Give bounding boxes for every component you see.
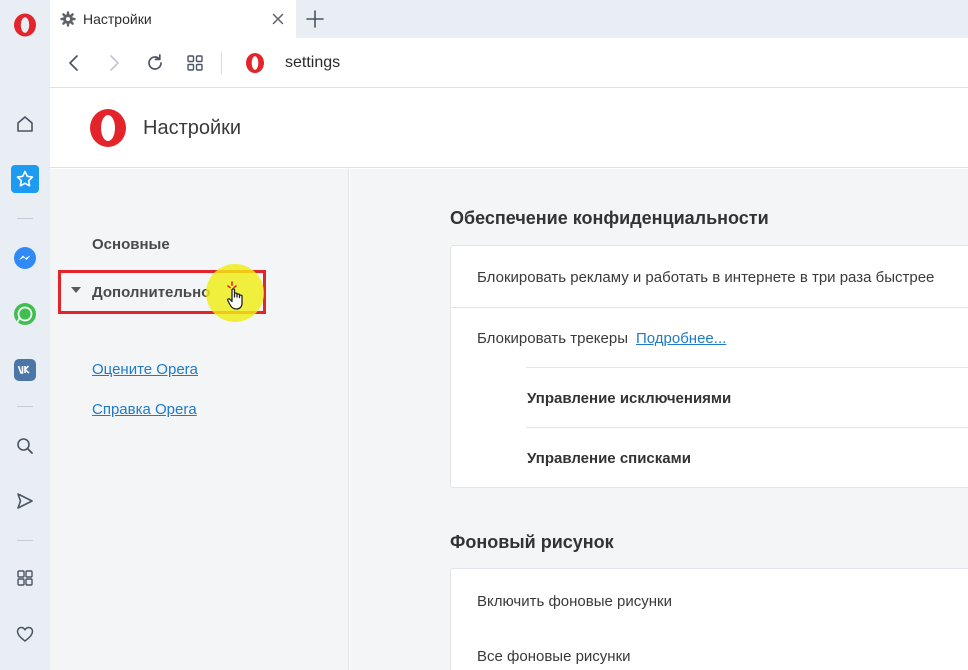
page-title: Настройки	[143, 117, 242, 139]
privacy-section-title: Обеспечение конфиденциальности	[450, 208, 769, 228]
address-toolbar: settings	[50, 38, 968, 88]
settings-nav: Основные Дополнительно Оцените Opera Спр…	[50, 169, 349, 670]
manage-exceptions-row[interactable]: Управление исключениями	[527, 390, 731, 407]
send-icon[interactable]	[11, 487, 39, 515]
close-icon[interactable]	[270, 11, 286, 27]
opera-menu-logo-icon[interactable]	[12, 12, 38, 38]
tab-title: Настройки	[83, 11, 152, 27]
new-tab-plus-icon[interactable]	[304, 8, 326, 30]
manage-lists-row[interactable]: Управление списками	[527, 450, 691, 467]
vk-icon[interactable]	[11, 356, 39, 384]
row-divider	[526, 367, 968, 368]
privacy-card: Блокировать рекламу и работать в интерне…	[450, 245, 968, 488]
nav-item-advanced-label: Дополнительно	[92, 284, 211, 301]
tabs-grid-icon[interactable]	[184, 52, 206, 74]
wallpaper-section-title: Фоновый рисунок	[450, 532, 614, 552]
tab-settings[interactable]: Настройки	[50, 0, 296, 38]
opera-help-link[interactable]: Справка Opera	[92, 401, 197, 418]
settings-header: Настройки	[50, 89, 968, 168]
rate-opera-link[interactable]: Оцените Opera	[92, 361, 198, 378]
row-divider	[451, 307, 968, 308]
heart-icon[interactable]	[11, 620, 39, 648]
all-wallpapers-link[interactable]: Все фоновые рисунки	[477, 648, 631, 665]
sidebar-divider	[17, 218, 33, 219]
gear-icon	[60, 11, 76, 27]
apps-icon[interactable]	[11, 564, 39, 592]
opera-site-icon	[246, 53, 264, 73]
address-field[interactable]: settings	[285, 54, 340, 72]
row-divider	[526, 427, 968, 428]
search-icon[interactable]	[11, 432, 39, 460]
home-icon[interactable]	[11, 110, 39, 138]
settings-content: Обеспечение конфиденциальности Блокирова…	[350, 169, 968, 670]
sidebar-divider	[17, 406, 33, 407]
hand-cursor-icon	[227, 281, 243, 310]
block-ads-setting[interactable]: Блокировать рекламу и работать в интерне…	[477, 269, 934, 286]
tab-strip: Настройки	[50, 0, 968, 38]
whatsapp-icon[interactable]	[11, 300, 39, 328]
opera-logo-icon	[90, 109, 126, 147]
forward-arrow-icon[interactable]	[103, 52, 125, 74]
messenger-icon[interactable]	[11, 244, 39, 272]
back-arrow-icon[interactable]	[63, 52, 85, 74]
speed-dial-icon[interactable]	[11, 165, 39, 193]
reload-icon[interactable]	[144, 52, 166, 74]
block-trackers-setting[interactable]: Блокировать трекеры Подробнее...	[477, 330, 726, 347]
wallpaper-card: Включить фоновые рисунки Все фоновые рис…	[450, 568, 968, 670]
nav-item-basic[interactable]: Основные	[92, 236, 170, 253]
caret-down-icon	[71, 287, 81, 293]
enable-wallpapers-setting[interactable]: Включить фоновые рисунки	[477, 593, 672, 610]
block-trackers-label: Блокировать трекеры	[477, 330, 628, 347]
learn-more-link[interactable]: Подробнее...	[636, 330, 726, 347]
toolbar-divider	[221, 52, 222, 74]
opera-sidebar	[0, 0, 50, 670]
sidebar-divider	[17, 540, 33, 541]
